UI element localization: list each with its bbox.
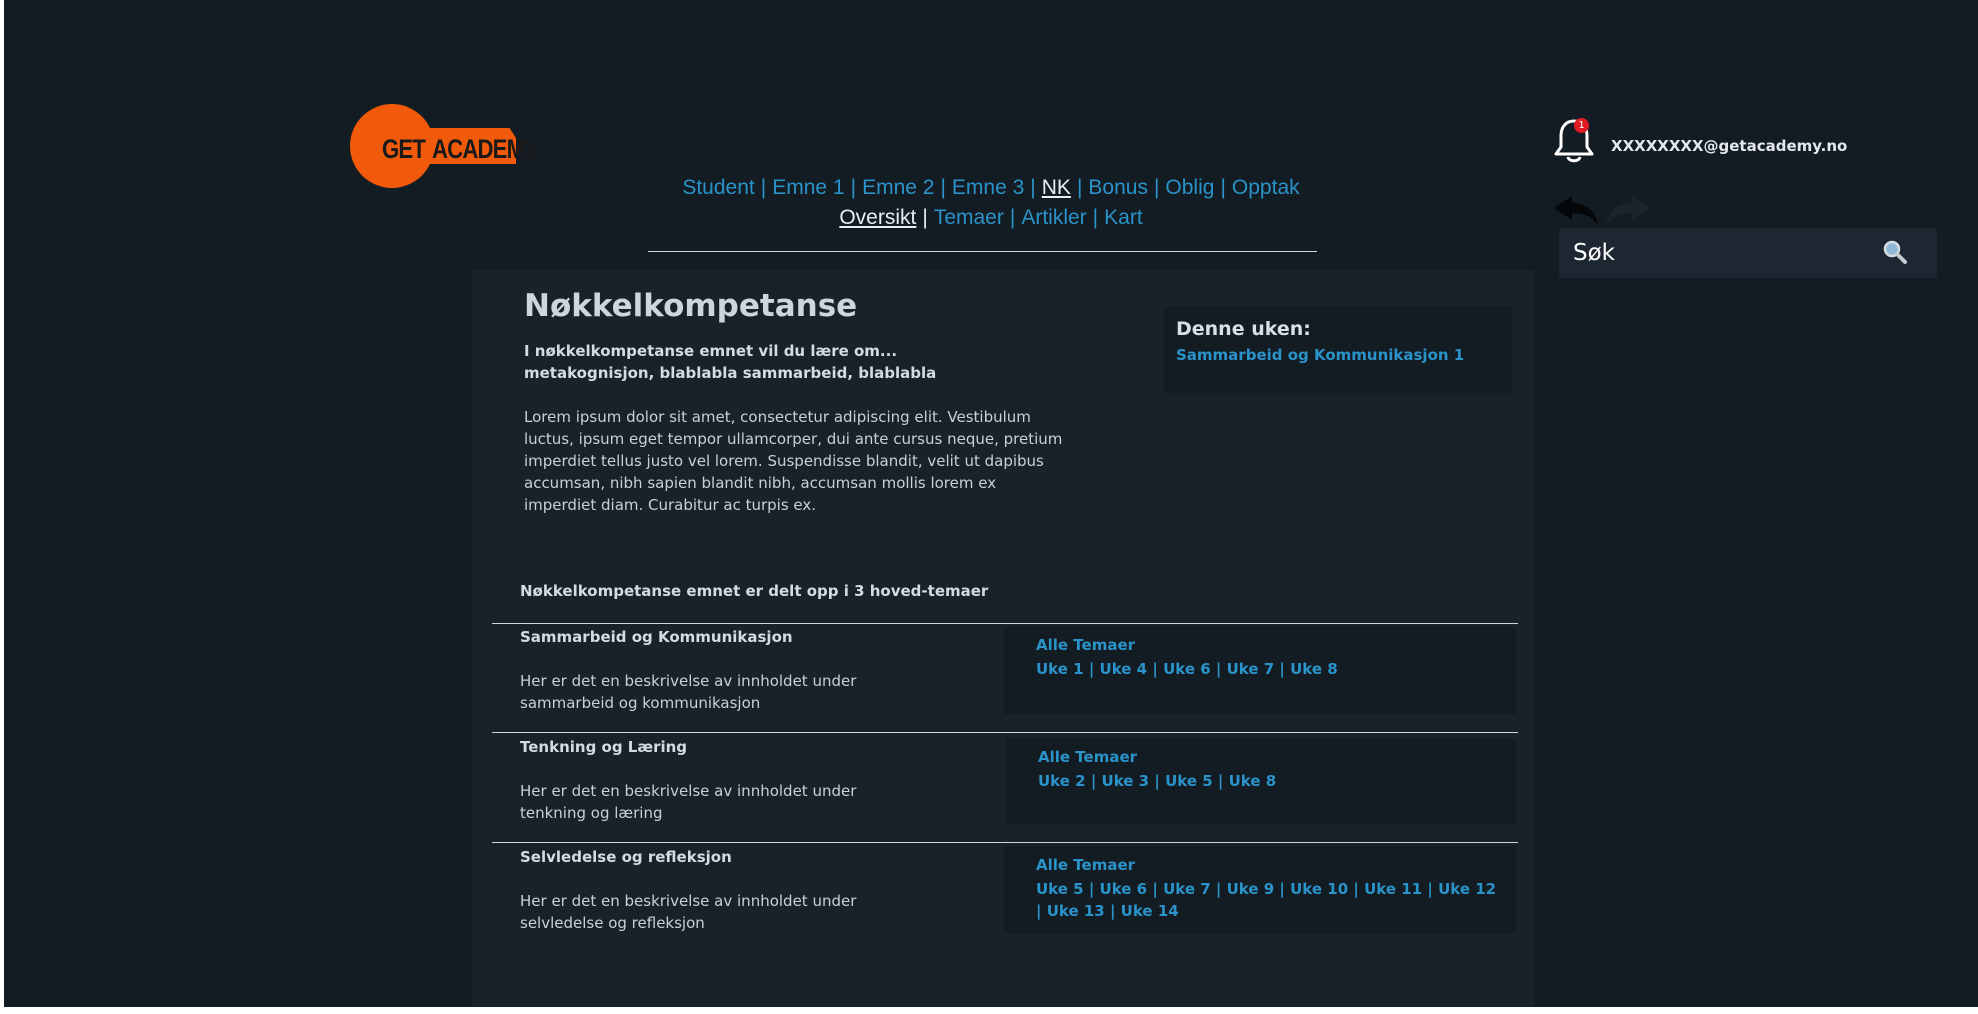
- week-separator: |: [1147, 660, 1164, 678]
- nav-nk[interactable]: NK: [1042, 176, 1071, 199]
- week-separator: |: [1422, 880, 1439, 898]
- theme-links-box: Alle Temaer Uke 1 | Uke 4 | Uke 6 | Uke …: [1004, 626, 1516, 714]
- theme-links-box: Alle Temaer Uke 2 | Uke 3 | Uke 5 | Uke …: [1006, 738, 1516, 824]
- nav-artikler[interactable]: Artikler: [1021, 206, 1086, 229]
- week-link[interactable]: Uke 7: [1227, 660, 1275, 678]
- nav-separator: |: [850, 176, 857, 199]
- themes-heading: Nøkkelkompetanse emnet er delt opp i 3 h…: [520, 582, 989, 600]
- theme-divider: [492, 732, 1518, 733]
- week-links: Uke 5 | Uke 6 | Uke 7 | Uke 9 | Uke 10 |…: [1036, 878, 1506, 922]
- week-link[interactable]: Uke 12: [1438, 880, 1496, 898]
- theme-divider: [492, 623, 1518, 624]
- nav-oblig[interactable]: Oblig: [1165, 176, 1214, 199]
- theme-title: Sammarbeid og Kommunikasjon: [520, 628, 793, 646]
- theme-description: Her er det en beskrivelse av innholdet u…: [520, 672, 857, 712]
- week-link[interactable]: Uke 1: [1036, 660, 1084, 678]
- logo-word-academy: ACADEMY: [432, 134, 539, 164]
- nav-separator: |: [760, 176, 767, 199]
- week-separator: |: [1348, 880, 1365, 898]
- nav-opptak[interactable]: Opptak: [1232, 176, 1300, 199]
- week-link[interactable]: Uke 2: [1038, 772, 1086, 790]
- notification-badge: 1: [1574, 118, 1589, 133]
- week-separator: |: [1104, 902, 1121, 920]
- week-links: Uke 2 | Uke 3 | Uke 5 | Uke 8: [1038, 770, 1508, 792]
- this-week-box: Denne uken: Sammarbeid og Kommunikasjon …: [1164, 306, 1512, 393]
- week-link[interactable]: Uke 11: [1364, 880, 1422, 898]
- nav-bonus[interactable]: Bonus: [1088, 176, 1148, 199]
- intro-line-2: metakognisjon, blablabla sammarbeid, bla…: [524, 364, 937, 382]
- week-separator: |: [1036, 902, 1047, 920]
- theme-divider: [492, 842, 1518, 843]
- theme-description: Her er det en beskrivelse av innholdet u…: [520, 892, 857, 932]
- theme-description: Her er det en beskrivelse av innholdet u…: [520, 782, 857, 822]
- week-separator: |: [1274, 880, 1291, 898]
- week-link[interactable]: Uke 10: [1290, 880, 1348, 898]
- nav-kart[interactable]: Kart: [1104, 206, 1143, 229]
- nav-separator: |: [1076, 176, 1083, 199]
- nav-emne-2[interactable]: Emne 2: [862, 176, 934, 199]
- week-link[interactable]: Uke 8: [1229, 772, 1277, 790]
- all-themes-link[interactable]: Alle Temaer: [1038, 748, 1137, 766]
- nav-emne-3[interactable]: Emne 3: [952, 176, 1024, 199]
- week-link[interactable]: Uke 9: [1227, 880, 1275, 898]
- nav-emne-1[interactable]: Emne 1: [772, 176, 844, 199]
- week-link[interactable]: Uke 4: [1100, 660, 1148, 678]
- week-link[interactable]: Uke 6: [1100, 880, 1148, 898]
- week-separator: |: [1083, 660, 1100, 678]
- week-separator: |: [1274, 660, 1291, 678]
- week-links: Uke 1 | Uke 4 | Uke 6 | Uke 7 | Uke 8: [1036, 658, 1506, 680]
- nav-separator: |: [1153, 176, 1160, 199]
- week-separator: |: [1149, 772, 1166, 790]
- nav-separator: |: [1092, 206, 1099, 229]
- week-link[interactable]: Uke 6: [1163, 660, 1211, 678]
- search-input[interactable]: [1573, 236, 1873, 270]
- week-separator: |: [1210, 880, 1227, 898]
- week-separator: |: [1212, 772, 1229, 790]
- description-text: Lorem ipsum dolor sit amet, consectetur …: [524, 408, 1063, 514]
- week-link[interactable]: Uke 14: [1121, 902, 1179, 920]
- all-themes-link[interactable]: Alle Temaer: [1036, 636, 1135, 654]
- week-link[interactable]: Uke 5: [1165, 772, 1213, 790]
- user-email[interactable]: XXXXXXXX@getacademy.no: [1611, 137, 1847, 155]
- app-frame: GET ACADEMY Student | Emne 1 | Emne 2 | Emne 3…: [4, 0, 1978, 1007]
- theme-links-box: Alle Temaer Uke 5 | Uke 6 | Uke 7 | Uke …: [1004, 846, 1516, 934]
- week-link[interactable]: Uke 5: [1036, 880, 1084, 898]
- nav-separator: |: [1030, 176, 1036, 199]
- nav-oversikt[interactable]: Oversikt: [839, 206, 916, 229]
- secondary-nav: Oversikt | Temaer | Artikler | Kart: [4, 206, 1978, 230]
- week-link[interactable]: Uke 8: [1290, 660, 1338, 678]
- nav-divider: [648, 251, 1317, 252]
- week-link[interactable]: Uke 13: [1047, 902, 1105, 920]
- back-arrow-icon[interactable]: [1552, 194, 1600, 228]
- forward-arrow-icon[interactable]: [1604, 194, 1652, 228]
- page-title: Nøkkelkompetanse: [524, 288, 858, 324]
- nav-separator: |: [922, 206, 928, 229]
- week-link[interactable]: Uke 3: [1102, 772, 1150, 790]
- week-separator: |: [1147, 880, 1164, 898]
- nav-temaer[interactable]: Temaer: [934, 206, 1004, 229]
- primary-nav: Student | Emne 1 | Emne 2 | Emne 3 | NK | Bonus | Ob…: [4, 176, 1978, 200]
- week-separator: |: [1085, 772, 1102, 790]
- this-week-link[interactable]: Sammarbeid og Kommunikasjon 1: [1176, 346, 1464, 364]
- nav-student[interactable]: Student: [682, 176, 754, 199]
- all-themes-link[interactable]: Alle Temaer: [1036, 856, 1135, 874]
- logo-word-get: GET: [382, 134, 426, 164]
- intro-line-1: I nøkkelkompetanse emnet vil du lære om.…: [524, 342, 898, 360]
- nav-separator: |: [940, 176, 946, 199]
- search-icon[interactable]: [1881, 238, 1909, 266]
- nav-separator: |: [1009, 206, 1016, 229]
- search-box: [1559, 228, 1937, 278]
- week-link[interactable]: Uke 7: [1163, 880, 1211, 898]
- intro-text: I nøkkelkompetanse emnet vil du lære om.…: [524, 340, 936, 384]
- main-content: Nøkkelkompetanse I nøkkelkompetanse emne…: [472, 270, 1534, 1007]
- nav-separator: |: [1220, 176, 1226, 199]
- theme-title: Tenkning og Læring: [520, 738, 688, 756]
- this-week-title: Denne uken:: [1176, 318, 1311, 340]
- week-separator: |: [1083, 880, 1100, 898]
- theme-title: Selvledelse og refleksjon: [520, 848, 732, 866]
- week-separator: |: [1210, 660, 1227, 678]
